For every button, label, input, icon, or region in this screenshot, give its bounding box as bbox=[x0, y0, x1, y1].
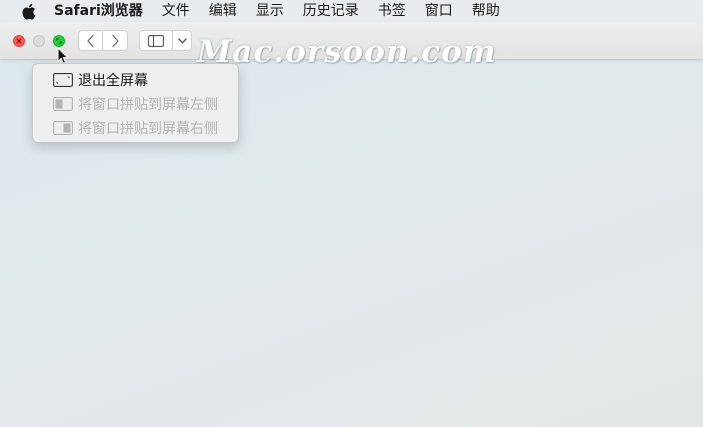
fullscreen-options-menu: 退出全屏幕 将窗口拼贴到屏幕左侧 将窗口拼贴到屏幕右侧 bbox=[32, 63, 239, 143]
close-window-button[interactable] bbox=[13, 35, 25, 47]
chevron-right-icon bbox=[112, 34, 119, 47]
chevron-left-icon bbox=[86, 34, 94, 47]
menu-bookmarks[interactable]: 书签 bbox=[378, 0, 406, 22]
fullscreen-window-button[interactable] bbox=[53, 35, 65, 47]
close-icon bbox=[16, 38, 22, 44]
watermark-text: Mac.orsoon.com bbox=[197, 34, 497, 70]
tile-right-icon bbox=[53, 121, 73, 135]
tile-left-icon bbox=[53, 97, 73, 111]
menu-window[interactable]: 窗口 bbox=[425, 0, 453, 22]
exit-fullscreen-icon bbox=[53, 73, 73, 87]
menu-history[interactable]: 历史记录 bbox=[303, 0, 359, 22]
menu-bar: Safari浏览器 文件 编辑 显示 历史记录 书签 窗口 帮助 bbox=[0, 0, 703, 22]
menu-item-tile-right[interactable]: 将窗口拼贴到屏幕右侧 bbox=[33, 116, 238, 140]
window-toolbar: Mac.orsoon.com bbox=[0, 22, 703, 70]
menu-view[interactable]: 显示 bbox=[256, 0, 284, 22]
chevron-down-icon bbox=[177, 37, 187, 43]
show-sidebar-button[interactable] bbox=[139, 30, 173, 51]
menu-help[interactable]: 帮助 bbox=[472, 0, 500, 22]
menu-item-label: 将窗口拼贴到屏幕左侧 bbox=[78, 97, 218, 113]
sidebar-options-button[interactable] bbox=[173, 30, 192, 51]
back-button[interactable] bbox=[78, 30, 103, 51]
forward-button[interactable] bbox=[103, 30, 128, 51]
menu-item-label: 将窗口拼贴到屏幕右侧 bbox=[78, 121, 218, 137]
menu-safari[interactable]: Safari浏览器 bbox=[54, 0, 143, 22]
menu-edit[interactable]: 编辑 bbox=[209, 0, 237, 22]
menu-item-tile-left[interactable]: 将窗口拼贴到屏幕左侧 bbox=[33, 92, 238, 116]
menu-item-label: 退出全屏幕 bbox=[78, 73, 148, 89]
fullscreen-icon bbox=[56, 38, 62, 44]
apple-logo-icon[interactable] bbox=[20, 3, 36, 20]
menu-item-exit-fullscreen[interactable]: 退出全屏幕 bbox=[33, 68, 238, 92]
minimize-window-button[interactable] bbox=[33, 35, 45, 47]
sidebar-icon bbox=[148, 34, 164, 47]
menu-file[interactable]: 文件 bbox=[162, 0, 190, 22]
